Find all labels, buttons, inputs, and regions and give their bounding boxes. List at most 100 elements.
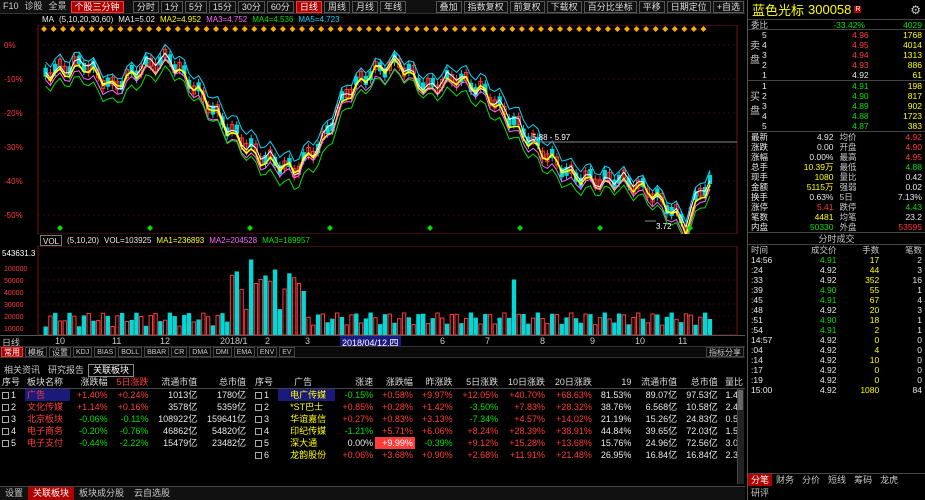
period-tab[interactable]: 60分 (266, 0, 294, 13)
overlay-button[interactable]: 叠加 (435, 0, 462, 13)
period-tab[interactable]: 年线 (379, 0, 406, 13)
book-row[interactable]: 2 4.90 817 (762, 91, 922, 101)
status-settings[interactable]: 设置 (0, 487, 28, 500)
table-row[interactable]: 3 北京板块 -0.06% -0.11% 108922亿 159641亿 (0, 413, 248, 425)
period-tab[interactable]: 1分 (160, 0, 183, 13)
row-checkbox[interactable] (255, 428, 262, 436)
stock-name[interactable]: *ST巴士 (278, 401, 335, 413)
row-checkbox[interactable] (2, 392, 9, 400)
settings-tab[interactable]: 设置 (49, 347, 71, 357)
status-cloud-watchlist[interactable]: 云自选股 (129, 487, 175, 500)
book-row[interactable]: 5 4.96 1768 (762, 30, 922, 40)
percent-axis-button[interactable]: 百分比坐标 (583, 0, 637, 13)
add-watchlist-button[interactable]: +自选 (712, 0, 744, 13)
indicator-bbar[interactable]: BBAR (144, 347, 170, 357)
row-checkbox[interactable] (2, 404, 9, 412)
indicator-boll[interactable]: BOLL (118, 347, 143, 357)
book-row[interactable]: 3 4.94 1313 (762, 50, 922, 60)
volume-chart[interactable]: VOL (5,10,20) VOL=103925 MA1=236893 MA2=… (0, 235, 745, 335)
plate-name[interactable]: 北京板块 (25, 413, 70, 425)
indicator-env[interactable]: ENV (256, 347, 278, 357)
stock-name[interactable]: 电广传媒 (278, 388, 336, 401)
table-row[interactable]: 2 文化传媒 +1.14% +0.16% 3578亿 5359亿 (0, 401, 248, 413)
table-row[interactable]: 4 电子商务 -0.20% -0.76% 46862亿 54820亿 (0, 425, 248, 437)
plate-name[interactable]: 电子支付 (25, 437, 70, 449)
period-tab[interactable]: 分时 (132, 0, 159, 13)
row-checkbox[interactable] (255, 404, 262, 412)
period-tab[interactable]: 30分 (237, 0, 265, 13)
download-button[interactable]: 下载权 (546, 0, 582, 13)
diagnose-button[interactable]: 诊股 (22, 0, 46, 13)
stock-name[interactable]: 龙韵股份 (278, 449, 335, 461)
indicator-dma[interactable]: DMA (189, 347, 211, 357)
status-plate-stocks[interactable]: 板块成分股 (74, 487, 129, 500)
tab-price-dist[interactable]: 分价 (798, 474, 824, 486)
tab-ticks[interactable]: 分笔 (748, 474, 773, 486)
book-row[interactable]: 1 4.92 61 (762, 70, 922, 80)
forward-adjust-button[interactable]: 前复权 (509, 0, 545, 13)
table-row[interactable]: 5 深大通 0.00% +9.99% -0.39% +9.12% +15.28% +13.68… (253, 437, 745, 449)
common-tab[interactable]: 常用 (1, 347, 23, 357)
table-row[interactable]: 6 龙韵股份 +0.06% +3.68% +0.90% +2.68% +11.91% +21.… (253, 449, 745, 461)
plate-name[interactable]: 文化传媒 (25, 401, 70, 413)
table-row[interactable]: 2 *ST巴士 +0.85% +0.28% +1.42% -3.50% +7.83% +28.… (253, 401, 745, 413)
tab-news[interactable]: 相关资讯 (0, 365, 44, 376)
status-related-plates[interactable]: 关联板块 (28, 487, 75, 500)
period-tab[interactable]: 15分 (208, 0, 236, 13)
three-minute-button[interactable]: 个股三分钟 (70, 0, 124, 13)
period-tab[interactable]: 月线 (351, 0, 378, 13)
table-row[interactable]: 1 电广传媒 -0.15% +0.58% +9.97% +12.05% +40.70% +68… (253, 388, 745, 401)
price-chart[interactable]: MA (5,10,20,30,60) MA1=5.02 MA2=4.952 MA… (0, 14, 745, 234)
row-checkbox[interactable] (255, 440, 262, 448)
row-number: 6 (264, 450, 270, 460)
row-checkbox[interactable] (2, 428, 9, 436)
stock-name[interactable]: 华谊嘉信 (278, 413, 335, 425)
tab-finance[interactable]: 财务 (772, 474, 798, 486)
indicator-dmi[interactable]: DMI (212, 347, 232, 357)
tab-chips[interactable]: 筹码 (850, 474, 876, 486)
book-row[interactable]: 4 4.95 4014 (762, 40, 922, 50)
tab-reports[interactable]: 研究报告 (44, 365, 88, 376)
tab-shortline[interactable]: 短线 (824, 474, 850, 486)
stock-table-scrollbar[interactable] (737, 389, 744, 484)
indicator-kdj[interactable]: KDJ (73, 347, 93, 357)
scrollbar-thumb[interactable] (738, 390, 743, 410)
plate-name[interactable]: 广告 (24, 388, 71, 401)
indicator-share-button[interactable]: 指标分享 (706, 347, 744, 357)
f10-button[interactable]: F10 (0, 0, 22, 13)
indicator-ema[interactable]: EMA (233, 347, 255, 357)
stock-name[interactable]: 印纪传媒 (278, 425, 335, 437)
plate-name[interactable]: 电子商务 (25, 425, 70, 437)
index-adjust-button[interactable]: 指数复权 (463, 0, 508, 13)
template-tab[interactable]: 模板 (25, 347, 47, 357)
row-checkbox[interactable] (255, 392, 262, 400)
gear-icon[interactable]: ⚙ (910, 3, 921, 17)
book-row[interactable]: 5 4.87 383 (762, 121, 922, 131)
row-checkbox[interactable] (255, 452, 262, 460)
book-row[interactable]: 1 4.91 198 (762, 81, 922, 91)
indicator-bias[interactable]: BIAS (94, 347, 117, 357)
row-checkbox[interactable] (2, 440, 9, 448)
row-checkbox[interactable] (255, 416, 262, 424)
table-row[interactable]: 4 印纪传媒 -1.21% +5.71% +6.06% +8.24% +28.39% +38.… (253, 425, 745, 437)
book-row[interactable]: 2 4.93 886 (762, 60, 922, 70)
tab-dragon-tiger[interactable]: 龙虎 (876, 474, 902, 486)
period-tab-daily[interactable]: 日线 (295, 0, 322, 13)
overview-button[interactable]: 全景 (46, 0, 70, 13)
indicator-cr[interactable]: CR (171, 347, 188, 357)
period-tab[interactable]: 5分 (184, 0, 207, 13)
table-row[interactable]: 3 华谊嘉信 +0.27% +0.83% +3.13% -7.34% +4.57% +14.0… (253, 413, 745, 425)
indicator-ev[interactable]: EV (279, 347, 295, 357)
date-locate-button[interactable]: 日期定位 (666, 0, 711, 13)
table-row[interactable]: 1 广告 +1.40% +0.24% 1013亿 1780亿 (0, 388, 248, 401)
row-checkbox[interactable] (2, 416, 9, 424)
period-tab[interactable]: 周线 (323, 0, 350, 13)
book-row[interactable]: 3 4.89 902 (762, 101, 922, 111)
book-row[interactable]: 4 4.88 1723 (762, 111, 922, 121)
vol-label[interactable]: VOL (40, 235, 63, 246)
pan-button[interactable]: 平移 (638, 0, 665, 13)
research-tab[interactable]: 研评 (751, 487, 769, 499)
tab-related-plates[interactable]: 关联板块 (88, 363, 135, 377)
stock-name[interactable]: 深大通 (278, 437, 335, 449)
table-row[interactable]: 5 电子支付 -0.44% -2.22% 15479亿 23482亿 (0, 437, 248, 449)
